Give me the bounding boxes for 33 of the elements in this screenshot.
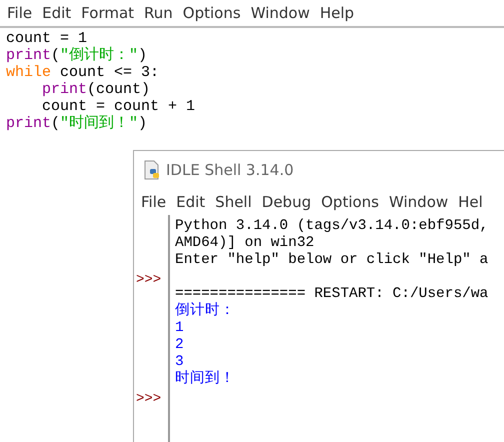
code-line: while count <= 3: bbox=[6, 64, 160, 81]
output-line: Python 3.14.0 (tags/v3.14.0:ebf955d, bbox=[175, 218, 488, 234]
output-line: 时间到！ bbox=[175, 371, 235, 387]
menu-item[interactable]: Shell bbox=[210, 192, 257, 210]
code-line: print("倒计时：") bbox=[6, 47, 148, 64]
output-line: =============== RESTART: C:/Users/wa bbox=[175, 286, 488, 302]
output-line: AMD64)] on win32 bbox=[175, 235, 314, 251]
code-line: count = count + 1 bbox=[42, 98, 196, 115]
code-line: count = 1 bbox=[6, 30, 88, 47]
menu-item[interactable]: Run bbox=[139, 4, 178, 22]
window-title: IDLE Shell 3.14.0 bbox=[166, 160, 294, 178]
prompt-marker: >>> bbox=[135, 272, 162, 288]
menu-item[interactable]: Options bbox=[178, 4, 246, 22]
menu-item[interactable]: Debug bbox=[256, 192, 316, 210]
menu-item[interactable]: Help bbox=[314, 4, 360, 22]
output-line: 2 bbox=[175, 337, 184, 353]
menu-item[interactable]: Window bbox=[246, 4, 315, 22]
menu-item[interactable]: Window bbox=[384, 192, 454, 210]
code-line: print(count) bbox=[42, 81, 150, 98]
prompt-marker: >>> bbox=[135, 391, 162, 407]
code-line: print("时间到！") bbox=[6, 115, 148, 132]
menu-item[interactable]: Hel bbox=[453, 192, 488, 210]
menu-item[interactable]: File bbox=[2, 4, 38, 22]
menu-item[interactable]: Format bbox=[76, 4, 140, 22]
python-file-icon bbox=[142, 160, 162, 180]
output-line: 倒计时： bbox=[175, 303, 235, 319]
output-line: Enter "help" below or click "Help" a bbox=[175, 252, 488, 268]
menu-item[interactable]: Options bbox=[316, 192, 384, 210]
output-line: 1 bbox=[175, 320, 184, 336]
output-line: 3 bbox=[175, 354, 184, 370]
menu-item[interactable]: Edit bbox=[171, 192, 210, 210]
menu-item[interactable]: File bbox=[136, 192, 172, 210]
menu-item[interactable]: Edit bbox=[37, 4, 76, 22]
